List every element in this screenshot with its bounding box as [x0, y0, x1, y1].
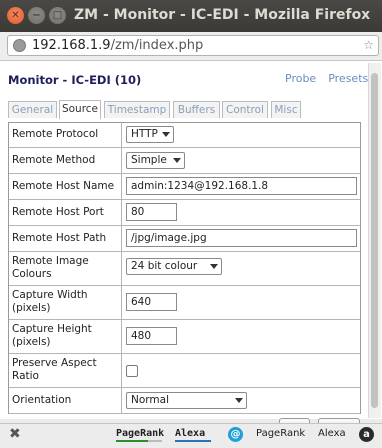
- remote-protocol-value: HTTP: [131, 128, 158, 140]
- remote-method-label: Remote Method: [12, 154, 96, 166]
- page-title: Monitor - IC-EDI (10): [8, 73, 142, 87]
- page-content: Monitor - IC-EDI (10) Probe Presets Gener…: [0, 61, 382, 419]
- pagerank-bar: [116, 440, 162, 442]
- tab-general[interactable]: General: [8, 101, 57, 118]
- remote-host-path-input[interactable]: /jpg/image.jpg: [126, 229, 357, 247]
- remote-image-colours-label-line1: Remote Image: [12, 255, 89, 267]
- row-remote-method: Remote Method Simple: [9, 148, 360, 174]
- remote-host-path-label: Remote Host Path: [12, 232, 107, 244]
- window-titlebar: ✕ − □ ZM - Monitor - IC-EDI - Mozilla Fi…: [0, 0, 382, 32]
- remote-host-name-input[interactable]: admin:1234@192.168.1.8: [126, 177, 357, 195]
- capture-height-input[interactable]: 480: [126, 327, 177, 345]
- page-scrollbar[interactable]: [368, 63, 381, 418]
- column-divider: [121, 388, 122, 413]
- row-remote-host-name: Remote Host Name admin:1234@192.168.1.8: [9, 174, 360, 200]
- status-bar: ✖ PageRank Alexa @ PageRank Alexa a: [0, 423, 382, 448]
- row-remote-host-port: Remote Host Port 80: [9, 200, 360, 226]
- alexa-label[interactable]: Alexa: [318, 428, 346, 439]
- column-divider: [121, 286, 122, 319]
- capture-height-label-line2: (pixels): [12, 336, 51, 348]
- preserve-aspect-label-line2: Ratio: [12, 370, 39, 382]
- column-divider: [121, 174, 122, 199]
- tab-source[interactable]: Source: [59, 100, 101, 119]
- row-remote-protocol: Remote Protocol HTTP: [9, 123, 360, 148]
- capture-height-label-line1: Capture Height: [12, 323, 92, 335]
- orientation-label: Orientation: [12, 394, 72, 406]
- row-remote-image-colours: Remote Image Colours 24 bit colour: [9, 252, 360, 286]
- pagerank-label[interactable]: PageRank: [256, 428, 305, 439]
- alexa-widget[interactable]: Alexa: [175, 428, 205, 439]
- close-addon-bar-icon[interactable]: ✖: [9, 426, 21, 442]
- at-sign-icon[interactable]: @: [228, 427, 243, 442]
- window-title: ZM - Monitor - IC-EDI - Mozilla Firefox: [74, 7, 371, 23]
- url-text[interactable]: 192.168.1.9/zm/index.php: [32, 38, 203, 53]
- navigation-bar: 192.168.1.9/zm/index.php ☆: [0, 32, 382, 61]
- remote-image-colours-select[interactable]: 24 bit colour: [126, 258, 222, 275]
- remote-image-colours-value: 24 bit colour: [131, 260, 198, 272]
- tab-misc[interactable]: Misc: [271, 101, 301, 118]
- column-divider: [121, 123, 122, 147]
- window-close-button[interactable]: ✕: [7, 7, 24, 24]
- capture-height-label: Capture Height (pixels): [12, 323, 92, 349]
- row-capture-height: Capture Height (pixels) 480: [9, 320, 360, 354]
- bookmark-star-icon[interactable]: ☆: [363, 38, 374, 52]
- capture-width-label-line1: Capture Width: [12, 289, 88, 301]
- remote-method-select[interactable]: Simple: [126, 152, 185, 169]
- pagerank-widget[interactable]: PageRank: [116, 428, 164, 439]
- tab-buffers[interactable]: Buffers: [173, 101, 220, 118]
- remote-image-colours-label-line2: Colours: [12, 268, 52, 280]
- remote-method-value: Simple: [131, 154, 167, 166]
- scrollbar-thumb[interactable]: [371, 73, 378, 408]
- capture-width-label: Capture Width (pixels): [12, 289, 88, 315]
- header-links: Probe Presets: [285, 72, 380, 85]
- remote-host-name-label: Remote Host Name: [12, 180, 115, 192]
- adblock-icon[interactable]: a: [359, 427, 374, 442]
- alexa-bar: [175, 440, 211, 442]
- row-remote-host-path: Remote Host Path /jpg/image.jpg: [9, 226, 360, 252]
- column-divider: [121, 320, 122, 353]
- column-divider: [121, 148, 122, 173]
- preserve-aspect-ratio-label: Preserve Aspect Ratio: [12, 357, 97, 383]
- orientation-value: Normal: [131, 394, 169, 406]
- row-preserve-aspect-ratio: Preserve Aspect Ratio: [9, 354, 360, 388]
- probe-link[interactable]: Probe: [285, 72, 316, 85]
- url-host: 192.168.1.9: [32, 38, 111, 53]
- chevron-down-icon: [173, 158, 181, 163]
- chevron-down-icon: [162, 132, 170, 137]
- column-divider: [121, 252, 122, 285]
- row-capture-width: Capture Width (pixels) 640: [9, 286, 360, 320]
- preserve-aspect-label-line1: Preserve Aspect: [12, 357, 97, 369]
- column-divider: [121, 200, 122, 225]
- row-orientation: Orientation Normal: [9, 388, 360, 414]
- tab-control[interactable]: Control: [222, 101, 268, 118]
- orientation-select[interactable]: Normal: [126, 392, 247, 409]
- chevron-down-icon: [235, 398, 243, 403]
- remote-image-colours-label: Remote Image Colours: [12, 255, 89, 281]
- window-minimize-button[interactable]: −: [28, 7, 45, 24]
- url-path: /zm/index.php: [110, 38, 204, 53]
- url-bar[interactable]: 192.168.1.9/zm/index.php ☆: [7, 35, 379, 56]
- tab-timestamp[interactable]: Timestamp: [104, 101, 170, 118]
- remote-protocol-label: Remote Protocol: [12, 128, 99, 140]
- globe-icon: [13, 39, 26, 52]
- window-maximize-button[interactable]: □: [49, 7, 66, 24]
- column-divider: [121, 226, 122, 251]
- remote-protocol-select[interactable]: HTTP: [126, 126, 174, 143]
- remote-host-port-input[interactable]: 80: [126, 203, 177, 221]
- column-divider: [121, 354, 122, 387]
- chevron-down-icon: [210, 264, 218, 269]
- capture-width-input[interactable]: 640: [126, 293, 177, 311]
- presets-link[interactable]: Presets: [328, 72, 368, 85]
- capture-width-label-line2: (pixels): [12, 302, 51, 314]
- preserve-aspect-ratio-checkbox[interactable]: [126, 365, 138, 377]
- remote-host-port-label: Remote Host Port: [12, 206, 104, 218]
- source-form: Remote Protocol HTTP Remote Method Simpl…: [8, 122, 361, 414]
